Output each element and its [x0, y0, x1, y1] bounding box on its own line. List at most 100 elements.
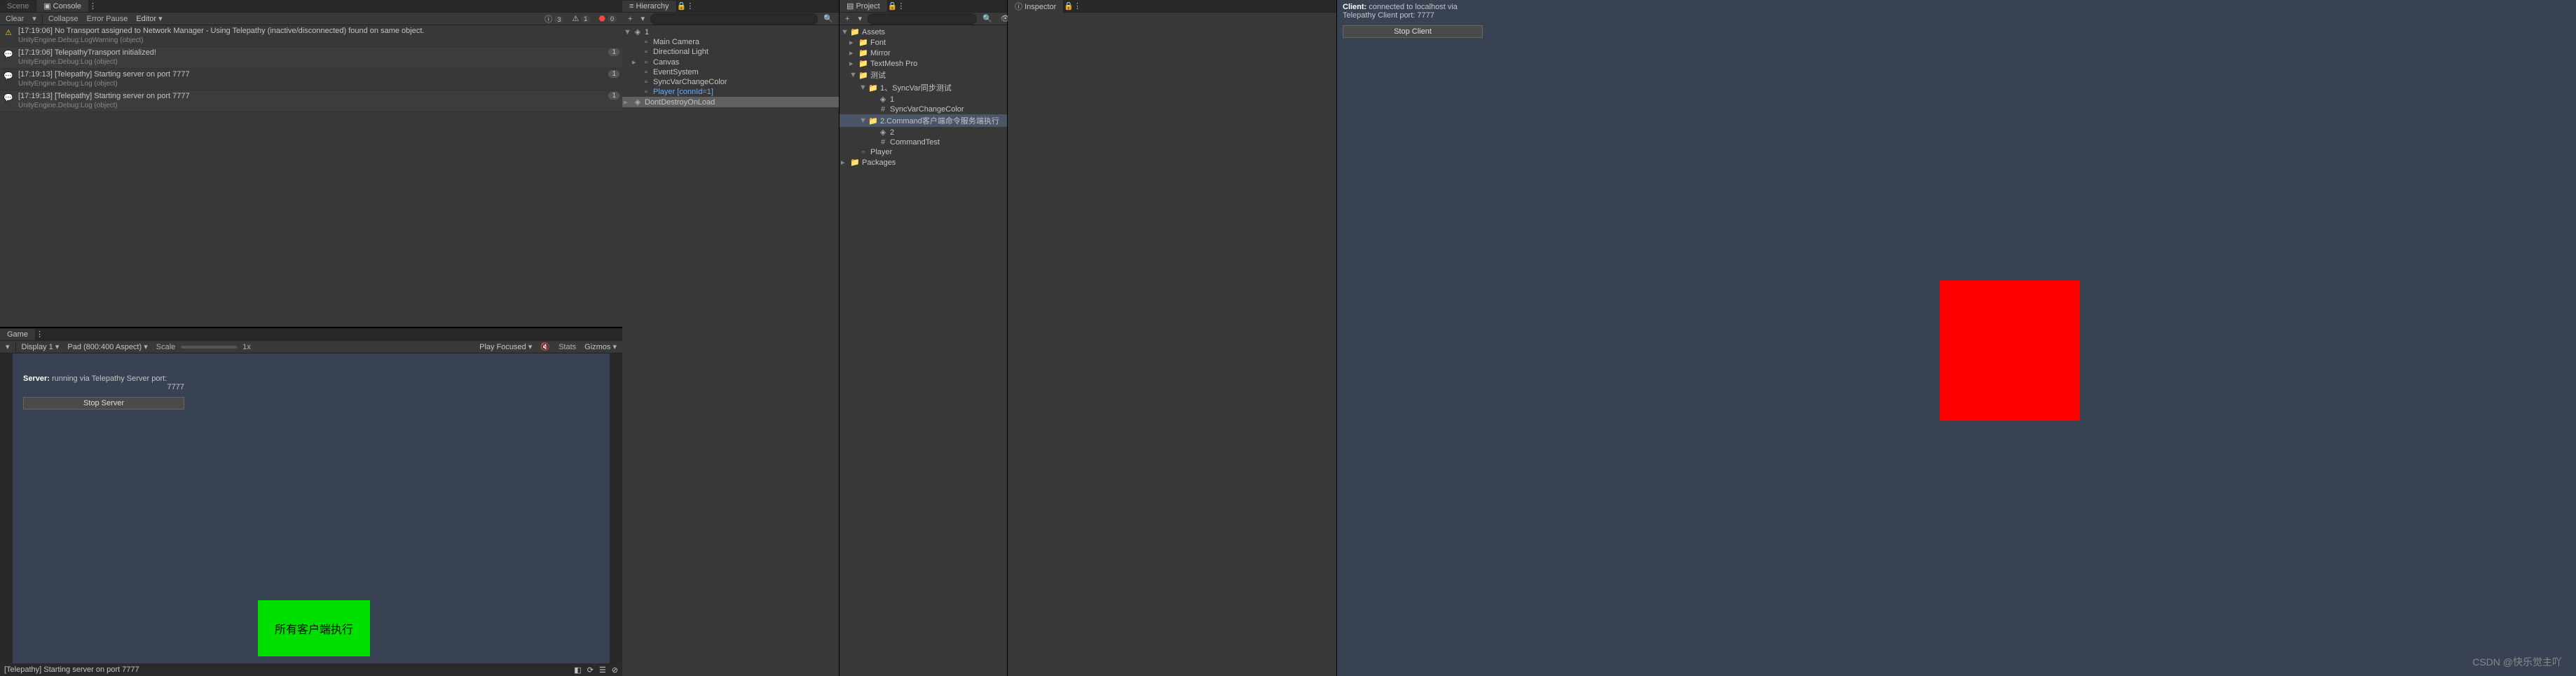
add-dropdown-icon[interactable]: ▾ [638, 14, 648, 23]
tab-hierarchy[interactable]: ≡ Hierarchy [622, 1, 677, 12]
folder-icon: 📁 [858, 48, 868, 58]
hierarchy-item[interactable]: ▫SyncVarChangeColor [622, 77, 839, 87]
log-count-badge: 1 [608, 92, 619, 100]
log-entry[interactable]: 💬 [17:19:13] [Telepathy] Starting server… [0, 90, 622, 112]
tab-console[interactable]: ▣ Console [36, 0, 89, 12]
inspector-content [1008, 13, 1336, 676]
clear-button[interactable]: Clear [3, 15, 27, 23]
tab-project[interactable]: ▤ Project [840, 0, 888, 12]
info-filter[interactable]: ⓘ 3 [542, 13, 566, 25]
game-dropdown[interactable]: ▾ [3, 342, 13, 351]
client-label: Client: [1343, 3, 1366, 11]
project-item[interactable]: #SyncVarChangeColor [840, 104, 1007, 114]
folder-icon: ▤ [847, 2, 854, 11]
log-entry[interactable]: 💬 [17:19:13] [Telepathy] Starting server… [0, 69, 622, 90]
scale-value: 1x [240, 343, 254, 351]
panel-menu-icon[interactable]: ⋮ [897, 1, 905, 11]
collapse-toggle[interactable]: Collapse [46, 15, 81, 23]
project-tree: ▼📁Assets ▸📁Font ▸📁Mirror ▸📁TextMesh Pro … [840, 25, 1007, 676]
project-folder[interactable]: ▼📁2.Command客户端命令服务端执行 [840, 114, 1007, 127]
cube-icon: ▫ [641, 58, 651, 67]
mute-icon[interactable]: 🔇 [537, 342, 553, 351]
panel-menu-icon[interactable]: ⋮ [686, 1, 694, 11]
hierarchy-item[interactable]: ▫EventSystem [622, 67, 839, 77]
info-icon: 💬 [3, 70, 14, 81]
status-icon[interactable]: ⊘ [612, 665, 618, 675]
stop-server-button[interactable]: Stop Server [23, 397, 184, 410]
tab-game[interactable]: Game [0, 329, 36, 340]
game-view-client[interactable]: Client: connected to localhost via Telep… [1337, 0, 2576, 676]
hierarchy-item[interactable]: ▫Main Camera [622, 37, 839, 47]
project-folder[interactable]: ▸📁Font [840, 37, 1007, 48]
project-search-input[interactable] [868, 13, 977, 25]
folder-icon: 📁 [858, 71, 868, 80]
editor-dropdown[interactable]: Editor ▾ [133, 14, 165, 23]
project-folder[interactable]: ▸📁TextMesh Pro [840, 58, 1007, 69]
project-folder[interactable]: ▸📁Mirror [840, 48, 1007, 58]
search-icon[interactable]: 🔍 [980, 14, 995, 23]
console-log-list: ⚠ [17:19:06] No Transport assigned to Ne… [0, 25, 622, 327]
tab-inspector[interactable]: ⓘ Inspector [1008, 0, 1064, 13]
project-item[interactable]: #CommandTest [840, 137, 1007, 147]
warn-filter[interactable]: ⚠ 1 [569, 14, 593, 23]
game-view-server[interactable]: Server: running via Telepathy Server por… [13, 353, 610, 663]
stats-toggle[interactable]: Stats [556, 343, 579, 351]
lock-icon[interactable]: 🔒 [1064, 1, 1074, 11]
log-entry[interactable]: 💬 [17:19:06] TelepathyTransport initiali… [0, 47, 622, 69]
packages-folder[interactable]: ▸📁Packages [840, 157, 1007, 168]
status-icon[interactable]: ☰ [599, 665, 606, 675]
server-label: Server: [23, 374, 50, 383]
project-folder[interactable]: ▼📁测试 [840, 69, 1007, 81]
unity-icon: ◈ [878, 95, 888, 104]
console-icon: ▣ [43, 2, 50, 11]
play-focused-dropdown[interactable]: Play Focused ▾ [477, 342, 535, 351]
display-dropdown[interactable]: Display 1 ▾ [19, 342, 62, 351]
hierarchy-item[interactable]: ▫Player [connId=1] [622, 87, 839, 97]
panel-menu-icon[interactable]: ⋮ [89, 1, 97, 11]
scale-slider[interactable] [181, 346, 237, 349]
tab-scene[interactable]: Scene [0, 1, 36, 12]
cube-icon: ▫ [641, 68, 651, 76]
scale-label: Scale [153, 343, 179, 351]
panel-menu-icon[interactable]: ⋮ [36, 330, 43, 339]
hierarchy-icon: ≡ [629, 2, 633, 11]
hierarchy-tree: ▼◈1 ▫Main Camera ▫Directional Light ▸▫Ca… [622, 25, 839, 109]
inspector-icon: ⓘ [1015, 3, 1022, 11]
info-icon: 💬 [3, 92, 14, 103]
status-icon[interactable]: ◧ [574, 665, 581, 675]
status-bar: [Telepathy] Starting server on port 7777… [0, 663, 622, 676]
red-player-square [1940, 280, 2080, 421]
green-status-box: 所有客户端执行 [258, 600, 370, 656]
hierarchy-item[interactable]: ▸▫Canvas [622, 57, 839, 67]
status-icon[interactable]: ⟳ [587, 665, 594, 675]
project-item[interactable]: ▫Player [840, 147, 1007, 157]
add-button[interactable]: + [625, 15, 635, 23]
dont-destroy-root[interactable]: ▸◈DontDestroyOnLoad [622, 97, 839, 107]
scene-root[interactable]: ▼◈1 [622, 27, 839, 37]
project-item[interactable]: ◈1 [840, 94, 1007, 104]
cube-icon: ▫ [641, 38, 651, 46]
folder-icon: 📁 [858, 59, 868, 68]
panel-menu-icon[interactable]: ⋮ [1074, 1, 1081, 11]
project-item[interactable]: ◈2 [840, 127, 1007, 137]
clear-dropdown-icon[interactable]: ▾ [29, 14, 39, 23]
assets-folder[interactable]: ▼📁Assets [840, 27, 1007, 37]
error-pause-toggle[interactable]: Error Pause [84, 15, 131, 23]
stop-client-button[interactable]: Stop Client [1343, 25, 1483, 38]
error-icon: ⬣ [598, 15, 605, 23]
search-icon[interactable]: 🔍 [821, 14, 836, 23]
error-filter[interactable]: ⬣ 0 [596, 14, 619, 23]
aspect-dropdown[interactable]: Pad (800:400 Aspect) ▾ [64, 342, 150, 351]
cube-icon: ▫ [641, 88, 651, 96]
lock-icon[interactable]: 🔒 [888, 1, 898, 11]
add-dropdown-icon[interactable]: ▾ [855, 14, 865, 23]
hierarchy-search-input[interactable] [650, 13, 818, 25]
lock-icon[interactable]: 🔒 [677, 1, 687, 11]
project-folder[interactable]: ▼📁1、SyncVar同步测试 [840, 81, 1007, 94]
add-button[interactable]: + [842, 15, 852, 23]
hierarchy-item[interactable]: ▫Directional Light [622, 47, 839, 57]
log-entry[interactable]: ⚠ [17:19:06] No Transport assigned to Ne… [0, 25, 622, 47]
gizmos-toggle[interactable]: Gizmos ▾ [582, 342, 619, 351]
server-port: 7777 [23, 383, 184, 391]
cube-icon: ▫ [641, 78, 651, 86]
